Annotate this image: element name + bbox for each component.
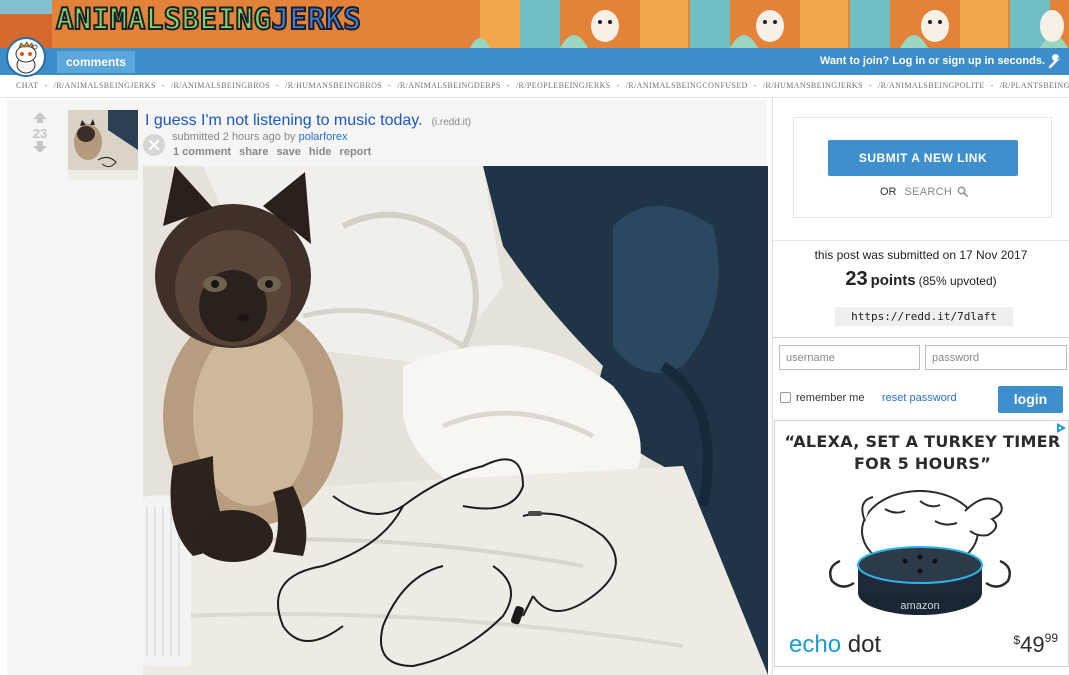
ad-headline-line1: “ALEXA, SET A TURKEY TIMER (784, 432, 1061, 451)
logo-accent-text: JERKS (271, 1, 362, 37)
upvote-icon[interactable] (33, 112, 47, 123)
strip-separator: - (753, 81, 757, 90)
post-buttons: 1 comment share save hide report (173, 146, 379, 158)
comments-link[interactable]: 1 comment (173, 146, 231, 158)
strip-separator: - (868, 81, 873, 90)
product-name-main: echo (789, 631, 842, 658)
ad-headline-line2: FOR 5 HOURS” (853, 454, 992, 473)
hide-link[interactable]: hide (309, 146, 332, 158)
price-whole: 49 (1020, 632, 1045, 657)
save-link[interactable]: save (276, 146, 300, 158)
post-title[interactable]: I guess I'm not listening to music today… (145, 112, 471, 130)
product-name: echo dot (789, 631, 881, 659)
sidebar-divider (772, 98, 773, 675)
subreddit-link[interactable]: chat (16, 81, 39, 90)
strip-separator: - (616, 81, 620, 90)
submit-new-link-button[interactable]: SUBMIT A NEW LINK (828, 140, 1018, 176)
remember-me-label[interactable]: remember me (796, 392, 864, 404)
reset-password-link[interactable]: reset password (882, 392, 957, 404)
subreddit-link-strip: chat -/r/AnimalsBeingJerks -/r/AnimalsBein… (0, 78, 1069, 94)
submitted-date: this post was submitted on 17 Nov 2017 (814, 248, 1028, 262)
product-name-dot: dot (841, 631, 882, 658)
subreddit-logo[interactable]: ANIMALSBEINGJERKS (55, 1, 362, 37)
share-link[interactable]: share (239, 146, 268, 158)
report-link[interactable]: report (340, 146, 372, 158)
subreddit-link[interactable]: /r/AnimalsBeingJerks (54, 81, 156, 90)
echo-dot-illustration: amazon (829, 490, 1011, 615)
post-title-text[interactable]: I guess I'm not listening to music today… (145, 112, 423, 129)
strip-separator: - (44, 81, 48, 90)
divider (773, 337, 1069, 338)
points-summary: 23 points (85% upvoted) (773, 268, 1069, 291)
author-link[interactable]: polarforex (299, 131, 348, 143)
strip-separator: - (506, 81, 510, 90)
password-input[interactable] (925, 345, 1067, 370)
points-number: 23 (845, 268, 868, 290)
subreddit-link[interactable]: /r/HumansBeingBros (285, 81, 382, 90)
upvote-ratio: (85% upvoted) (918, 274, 997, 288)
subreddit-link[interactable]: /r/HumansBeingJerks (763, 81, 863, 90)
downvote-icon[interactable] (33, 141, 47, 153)
remember-me-checkbox[interactable] (780, 392, 791, 403)
subreddit-link[interactable]: /r/AnimalsBeingConfused (626, 81, 748, 90)
wrench-icon[interactable] (1047, 54, 1063, 70)
post-thumbnail[interactable] (68, 110, 138, 180)
search-label[interactable]: SEARCH (905, 186, 953, 198)
post-tagline: submitted 2 hours ago by polarforex (172, 131, 348, 143)
search-icon[interactable] (957, 186, 969, 197)
username-input[interactable] (779, 345, 920, 370)
strip-separator: - (276, 81, 280, 90)
login-button[interactable]: login (998, 386, 1063, 413)
or-label: OR (880, 186, 897, 198)
close-icon[interactable] (143, 134, 165, 156)
post-domain[interactable]: (i.redd.it) (432, 117, 471, 128)
subreddit-link[interactable]: /r/PeopleBeingJerks (516, 81, 611, 90)
price: $4999 (1013, 631, 1058, 658)
subreddit-link[interactable]: /r/AnimalsBeingPolite (878, 81, 985, 90)
strip-separator: - (990, 81, 994, 90)
subreddit-banner[interactable]: ANIMALSBEINGJERKS (0, 0, 1069, 48)
ad-headline: “ALEXA, SET A TURKEY TIMER FOR 5 HOURS” (775, 431, 1068, 475)
by-label: by (283, 131, 296, 143)
logo-main-text: ANIMALSBEING (55, 1, 272, 37)
advertisement[interactable]: “ALEXA, SET A TURKEY TIMER FOR 5 HOURS” a… (774, 420, 1069, 667)
snoo-avatar-icon[interactable] (6, 37, 46, 77)
login-prompt-link[interactable]: Want to join? Log in or sign up in secon… (820, 48, 1045, 75)
subreddit-link[interactable]: /r/PlantsBeingJerks (1000, 81, 1069, 90)
search-toggle[interactable]: OR SEARCH (880, 186, 969, 198)
strip-separator: - (161, 81, 165, 90)
subreddit-link[interactable]: /r/AnimalsBeingBros (171, 81, 270, 90)
shortlink[interactable]: https://redd.it/7dlaft (835, 307, 1013, 326)
device-brand: amazon (900, 600, 939, 612)
subreddit-link[interactable]: /r/AnimalsBeingDerps (397, 81, 501, 90)
post-score: 23 (32, 126, 48, 141)
points-word: points (870, 272, 916, 289)
post-image[interactable] (143, 166, 768, 675)
divider (773, 240, 1069, 241)
price-cents: 99 (1044, 631, 1058, 645)
time-ago: 2 hours ago (222, 131, 281, 143)
tab-comments[interactable]: comments (57, 51, 136, 73)
strip-separator: - (388, 81, 392, 90)
submitted-label: submitted (172, 131, 220, 143)
